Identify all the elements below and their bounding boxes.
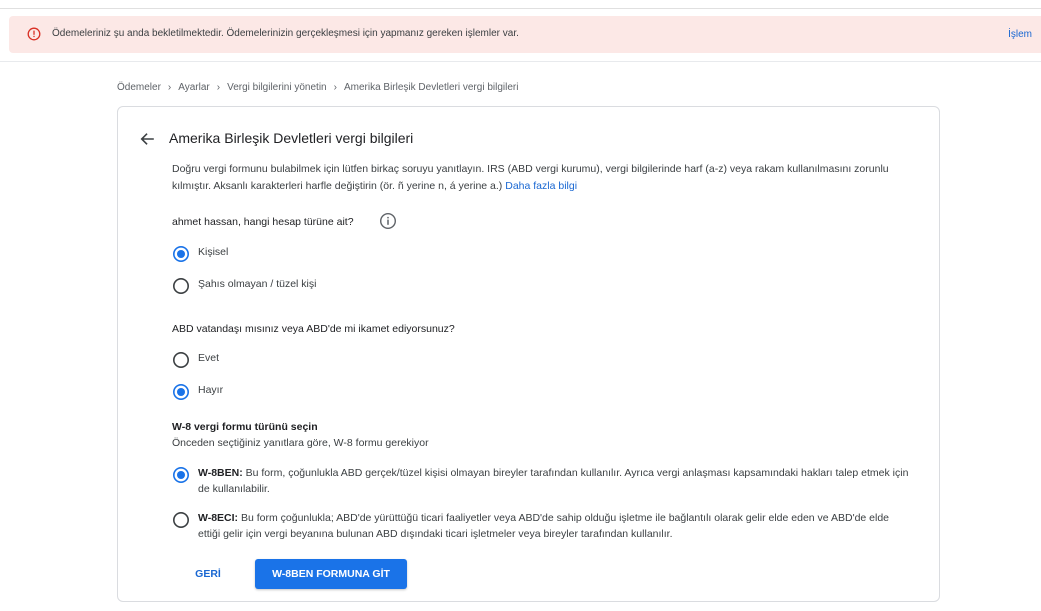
us-person-question: ABD vatandaşı mısınız veya ABD'de mi ika…: [172, 323, 455, 335]
radio-personal[interactable]: [172, 245, 190, 263]
top-divider: [0, 8, 1041, 9]
radio-no[interactable]: [172, 383, 190, 401]
card-title: Amerika Birleşik Devletleri vergi bilgil…: [169, 130, 414, 146]
radio-personal-label[interactable]: Kişisel: [198, 246, 228, 258]
chevron-right-icon: ›: [167, 82, 172, 93]
radio-yes[interactable]: [172, 351, 190, 369]
go-to-w8ben-button[interactable]: W-8BEN FORMUNA GİT: [255, 559, 407, 589]
w8eci-option[interactable]: W-8ECI: Bu form çoğunlukla; ABD'de yürüt…: [198, 510, 913, 542]
chevron-right-icon: ›: [216, 82, 221, 93]
breadcrumb: Ödemeler › Ayarlar › Vergi bilgilerini yönet…: [117, 82, 518, 93]
account-type-question: ahmet hassan, hangi hesap türüne ait?: [172, 216, 354, 228]
chevron-right-icon: ›: [333, 82, 337, 93]
breadcrumb-current: Amerika Birleşik Devletleri vergi bilgil…: [343, 82, 519, 93]
w8-section-title: W-8 vergi formu türünü seçin: [172, 421, 318, 433]
radio-no-label[interactable]: Hayır: [198, 384, 223, 396]
back-arrow-icon[interactable]: [137, 129, 157, 149]
info-icon[interactable]: [379, 212, 397, 230]
alert-action-link[interactable]: İşlem: [1008, 29, 1032, 40]
back-button[interactable]: GERİ: [188, 562, 228, 586]
header-divider: [0, 61, 1041, 62]
w8ben-code: W-8BEN:: [198, 467, 243, 479]
w8-section-subtitle: Önceden seçtiğiniz yanıtlara göre, W-8 f…: [172, 437, 429, 449]
w8eci-code: W-8ECI:: [198, 512, 239, 524]
radio-non-individual-label[interactable]: Şahıs olmayan / tüzel kişi: [198, 278, 316, 290]
learn-more-link[interactable]: Daha fazla bilgi: [505, 180, 577, 192]
breadcrumb-payments[interactable]: Ödemeler: [117, 82, 161, 93]
alert-message: Ödemeleriniz şu anda bekletilmektedir. Ö…: [52, 28, 519, 39]
payment-hold-alert: Ödemeleriniz şu anda bekletilmektedir. Ö…: [9, 16, 1041, 53]
w8ben-description: Bu form, çoğunlukla ABD gerçek/tüzel kiş…: [198, 467, 909, 495]
w8ben-option[interactable]: W-8BEN: Bu form, çoğunlukla ABD gerçek/t…: [198, 465, 913, 497]
radio-yes-label[interactable]: Evet: [198, 352, 219, 364]
radio-w8eci[interactable]: [172, 511, 190, 529]
breadcrumb-manage-tax-info[interactable]: Vergi bilgilerini yönetin: [227, 82, 327, 93]
radio-non-individual[interactable]: [172, 277, 190, 295]
breadcrumb-settings[interactable]: Ayarlar: [178, 82, 210, 93]
card-description: Doğru vergi formunu bulabilmek için lütf…: [172, 161, 922, 195]
error-circle-icon: [27, 27, 41, 41]
w8eci-description: Bu form çoğunlukla; ABD'de yürüttüğü tic…: [198, 512, 890, 540]
radio-w8ben[interactable]: [172, 466, 190, 484]
